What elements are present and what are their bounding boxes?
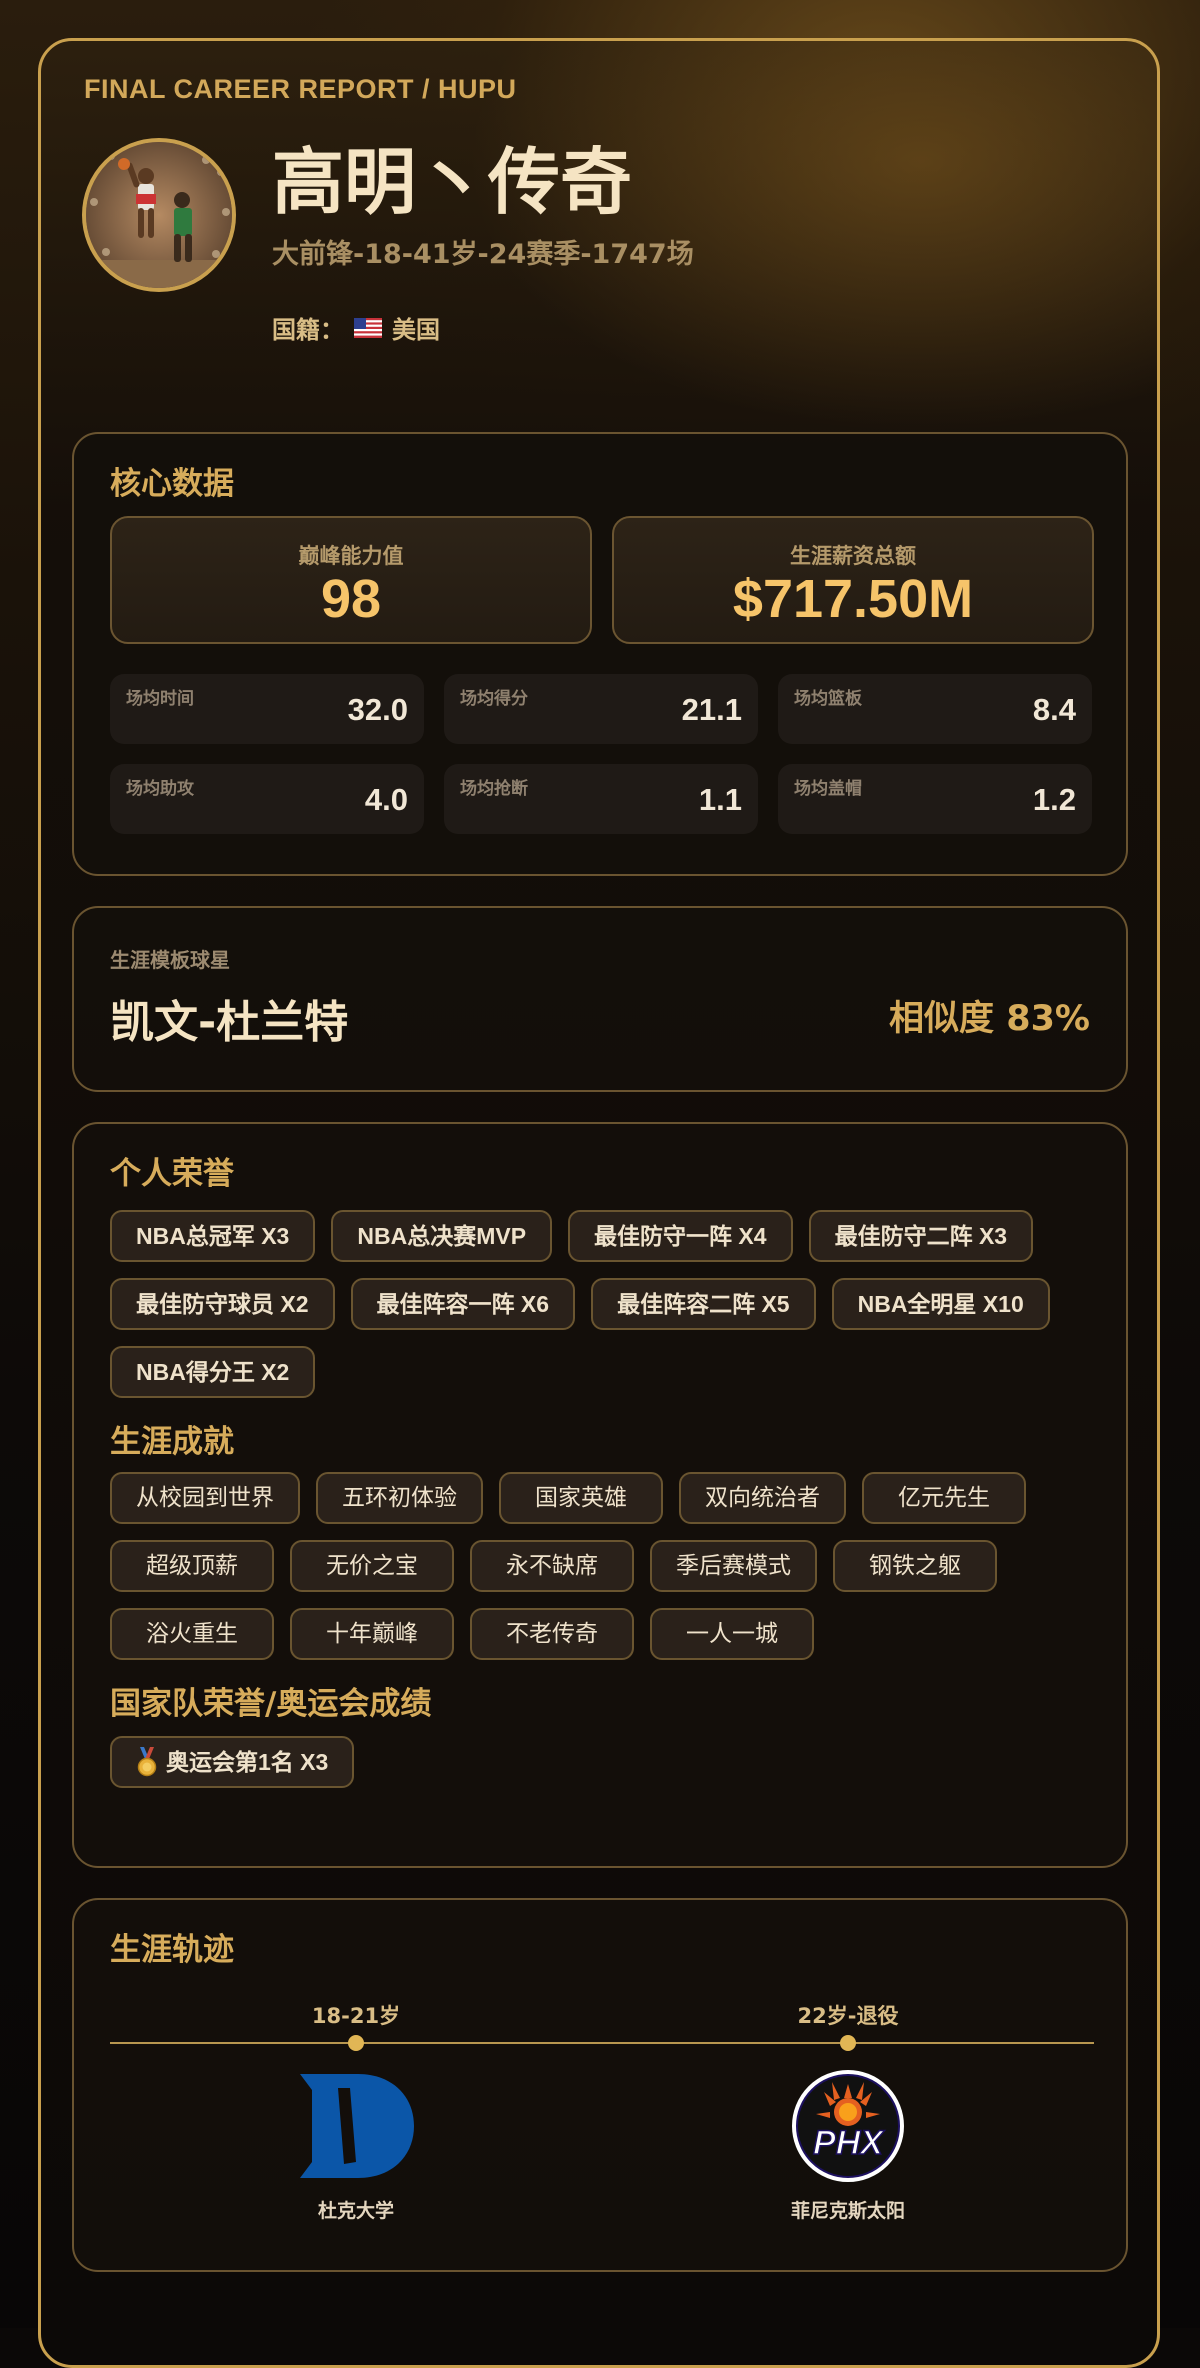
honor-tag: NBA得分王 X2 (110, 1346, 316, 1398)
stat-value: 32.0 (347, 692, 408, 727)
us-flag-icon (354, 317, 382, 338)
stat-blocks: 场均盖帽 1.2 (778, 764, 1092, 834)
achievement-tag: 亿元先生 (862, 1472, 1026, 1524)
stat-value: 4.0 (364, 782, 408, 817)
gold-medal-icon (137, 1747, 157, 1777)
honors-panel: 个人荣誉 NBA总冠军 X3 NBA总决赛MVP 最佳防守一阵 X4 最佳防守二… (72, 1122, 1128, 1868)
stat-label: 场均篮板 (794, 689, 862, 709)
template-player-label: 生涯模板球星 (110, 948, 230, 972)
achievements-tag-list: 从校园到世界 五环初体验 国家英雄 双向统治者 亿元先生 超级顶薪 无价之宝 永… (110, 1472, 1110, 1660)
template-player-panel: 生涯模板球星 凯文-杜兰特 相似度 83% (72, 906, 1128, 1092)
honors-tag-list: NBA总冠军 X3 NBA总决赛MVP 最佳防守一阵 X4 最佳防守二阵 X3 … (110, 1210, 1110, 1398)
honor-tag: 最佳阵容一阵 X6 (350, 1278, 576, 1330)
achievement-tag: 超级顶薪 (110, 1540, 274, 1592)
achievement-tag: 五环初体验 (316, 1472, 483, 1524)
stat-value: 1.1 (698, 782, 742, 817)
avatar (82, 138, 236, 292)
stat-steals: 场均抢断 1.1 (444, 764, 758, 834)
timeline-dot (840, 2035, 856, 2051)
achievement-tag: 浴火重生 (110, 1608, 274, 1660)
core-data-title: 核心数据 (110, 466, 234, 502)
stat-minutes: 场均时间 32.0 (110, 674, 424, 744)
stat-value: 1.2 (1032, 782, 1076, 817)
achievements-title: 生涯成就 (110, 1424, 234, 1460)
national-tag-list: 奥运会第1名 X3 (110, 1736, 1110, 1788)
player-subtitle: 大前锋-18-41岁-24赛季-1747场 (272, 239, 694, 270)
achievement-tag: 永不缺席 (470, 1540, 634, 1592)
olympic-tag: 奥运会第1名 X3 (110, 1736, 355, 1788)
nationality-label: 国籍： (272, 316, 344, 344)
player-photo-icon (86, 142, 232, 288)
stat-points: 场均得分 21.1 (444, 674, 758, 744)
career-trajectory-panel: 生涯轨迹 18-21岁 杜克大学 22岁-退役 PHX 菲尼克斯太阳 (72, 1898, 1128, 2272)
stat-label: 场均得分 (460, 689, 528, 709)
honors-title: 个人荣誉 (110, 1156, 234, 1192)
career-salary-value: $717.50M (732, 569, 974, 629)
similarity-value: 相似度 83% (889, 999, 1090, 1039)
stat-label: 场均抢断 (460, 779, 528, 799)
timeline-team-2: 菲尼克斯太阳 (790, 2200, 906, 2222)
honor-tag: 最佳防守二阵 X3 (808, 1210, 1034, 1262)
peak-rating-label: 巅峰能力值 (298, 544, 404, 568)
achievement-tag: 从校园到世界 (110, 1472, 300, 1524)
timeline-age-2: 22岁-退役 (797, 2004, 899, 2028)
achievement-tag: 无价之宝 (290, 1540, 454, 1592)
achievement-tag: 一人一城 (650, 1608, 814, 1660)
olympic-tag-label: 奥运会第1名 X3 (166, 1749, 329, 1775)
player-name: 高明丶传奇 (272, 140, 633, 224)
duke-logo-icon (300, 2074, 414, 2178)
honor-tag: NBA总冠军 X3 (110, 1210, 316, 1262)
stat-label: 场均助攻 (126, 779, 194, 799)
stat-label: 场均时间 (126, 689, 194, 709)
timeline-age-1: 18-21岁 (311, 2004, 401, 2028)
stat-rebounds: 场均篮板 8.4 (778, 674, 1092, 744)
timeline-dot (348, 2035, 364, 2051)
peak-rating-value: 98 (320, 569, 382, 629)
timeline-line (110, 2042, 1094, 2044)
phx-suns-logo-icon: PHX (792, 2070, 904, 2182)
timeline-team-1: 杜克大学 (317, 2200, 395, 2222)
brand-title: FINAL CAREER REPORT / HUPU (84, 74, 517, 104)
trajectory-title: 生涯轨迹 (110, 1932, 234, 1968)
honor-tag: 最佳防守球员 X2 (110, 1278, 335, 1330)
honor-tag: 最佳防守一阵 X4 (568, 1210, 793, 1262)
template-player-name: 凯文-杜兰特 (110, 997, 349, 1048)
nationality-row: 国籍： 美国 (272, 310, 440, 345)
core-data-panel: 核心数据 巅峰能力值 98 生涯薪资总额 $717.50M 场均时间 32.0 … (72, 432, 1128, 876)
achievement-tag: 双向统治者 (679, 1472, 846, 1524)
peak-rating-box: 巅峰能力值 98 (110, 516, 592, 644)
achievement-tag: 十年巅峰 (290, 1608, 454, 1660)
honor-tag: 最佳阵容二阵 X5 (591, 1278, 816, 1330)
stat-value: 21.1 (681, 692, 742, 727)
nationality-value: 美国 (392, 316, 440, 344)
career-salary-box: 生涯薪资总额 $717.50M (612, 516, 1094, 644)
national-team-title: 国家队荣誉/奥运会成绩 (110, 1686, 432, 1722)
achievement-tag: 国家英雄 (499, 1472, 663, 1524)
honor-tag: NBA总决赛MVP (331, 1210, 553, 1262)
career-salary-label: 生涯薪资总额 (790, 544, 916, 568)
honor-tag: NBA全明星 X10 (831, 1278, 1050, 1330)
phx-logo-text: PHX (813, 2124, 885, 2162)
stat-value: 8.4 (1032, 692, 1076, 727)
stat-assists: 场均助攻 4.0 (110, 764, 424, 834)
achievement-tag: 不老传奇 (470, 1608, 634, 1660)
stat-label: 场均盖帽 (794, 779, 862, 799)
achievement-tag: 季后赛模式 (650, 1540, 817, 1592)
achievement-tag: 钢铁之躯 (833, 1540, 997, 1592)
